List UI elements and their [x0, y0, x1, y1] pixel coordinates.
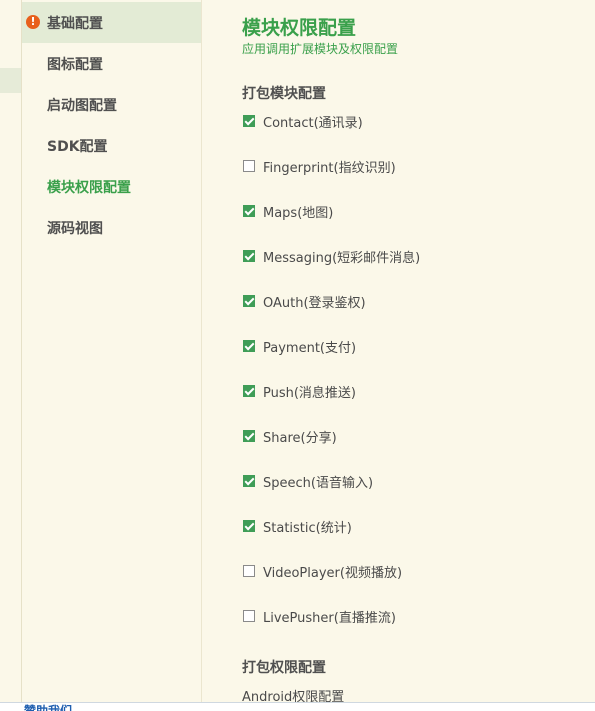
- sidebar-item-label: 启动图配置: [47, 97, 117, 114]
- module-option-label: Fingerprint(指纹识别): [263, 160, 396, 176]
- sidebar-item-basic[interactable]: ! 基础配置: [22, 2, 201, 43]
- warning-icon: !: [26, 15, 40, 29]
- checkbox-checked[interactable]: [243, 430, 255, 442]
- module-option-label: Push(消息推送): [263, 385, 357, 401]
- checkbox-checked[interactable]: [243, 115, 255, 127]
- module-option-label: Share(分享): [263, 430, 337, 446]
- module-option[interactable]: Statistic(统计): [243, 517, 352, 536]
- module-option[interactable]: Share(分享): [243, 427, 337, 446]
- module-option[interactable]: OAuth(登录鉴权): [243, 292, 366, 311]
- checkbox-unchecked[interactable]: [243, 160, 255, 172]
- checkbox-checked[interactable]: [243, 340, 255, 352]
- config-sidebar: ! 基础配置 图标配置 启动图配置 SDK配置 模块权限配置 源码视图: [22, 0, 202, 702]
- checkbox-checked[interactable]: [243, 520, 255, 532]
- sidebar-item-label: 模块权限配置: [47, 179, 131, 196]
- sidebar-item-icons[interactable]: 图标配置: [22, 43, 201, 84]
- sidebar-item-source-view[interactable]: 源码视图: [22, 207, 201, 248]
- checkbox-unchecked[interactable]: [243, 565, 255, 577]
- sidebar-item-label: 基础配置: [47, 15, 103, 32]
- module-option-label: Payment(支付): [263, 340, 357, 356]
- module-option-label: OAuth(登录鉴权): [263, 295, 366, 311]
- checkbox-checked[interactable]: [243, 250, 255, 262]
- sidebar-item-splash[interactable]: 启动图配置: [22, 84, 201, 125]
- sidebar-item-label: 源码视图: [47, 220, 103, 237]
- outer-left-panel: [0, 0, 22, 702]
- sidebar-item-module-permissions[interactable]: 模块权限配置: [22, 166, 201, 207]
- module-option[interactable]: Messaging(短彩邮件消息): [243, 247, 421, 266]
- module-option-label: Contact(通讯录): [263, 115, 363, 131]
- sidebar-item-label: 图标配置: [47, 56, 103, 73]
- module-option-label: LivePusher(直播推流): [263, 610, 396, 626]
- sidebar-item-label: SDK配置: [47, 138, 108, 155]
- editor-frame: ! 基础配置 图标配置 启动图配置 SDK配置 模块权限配置 源码视图 模块权限…: [0, 0, 595, 711]
- outer-left-selection[interactable]: [0, 68, 21, 93]
- module-option[interactable]: Push(消息推送): [243, 382, 357, 401]
- sidebar-item-sdk[interactable]: SDK配置: [22, 125, 201, 166]
- module-option[interactable]: Contact(通讯录): [243, 112, 363, 131]
- checkbox-checked[interactable]: [243, 385, 255, 397]
- section-title-permissions: 打包权限配置: [242, 660, 326, 676]
- page-title: 模块权限配置: [242, 17, 357, 39]
- checkbox-unchecked[interactable]: [243, 610, 255, 622]
- module-option[interactable]: Fingerprint(指纹识别): [243, 157, 396, 176]
- module-option-label: VideoPlayer(视频播放): [263, 565, 403, 581]
- module-option[interactable]: VideoPlayer(视频播放): [243, 562, 403, 581]
- sponsor-link[interactable]: 赞助我们: [24, 703, 72, 711]
- module-option-label: Statistic(统计): [263, 520, 352, 536]
- module-option-label: Maps(地图): [263, 205, 334, 221]
- module-option-label: Messaging(短彩邮件消息): [263, 250, 421, 266]
- module-option[interactable]: LivePusher(直播推流): [243, 607, 396, 626]
- page-subtitle: 应用调用扩展模块及权限配置: [242, 42, 399, 56]
- section-title-modules: 打包模块配置: [242, 86, 326, 102]
- module-option[interactable]: Speech(语音输入): [243, 472, 374, 491]
- bottom-bar: 赞助我们: [0, 702, 595, 711]
- checkbox-checked[interactable]: [243, 205, 255, 217]
- module-option[interactable]: Payment(支付): [243, 337, 357, 356]
- module-option-label: Speech(语音输入): [263, 475, 374, 491]
- checkbox-checked[interactable]: [243, 295, 255, 307]
- checkbox-checked[interactable]: [243, 475, 255, 487]
- module-option[interactable]: Maps(地图): [243, 202, 334, 221]
